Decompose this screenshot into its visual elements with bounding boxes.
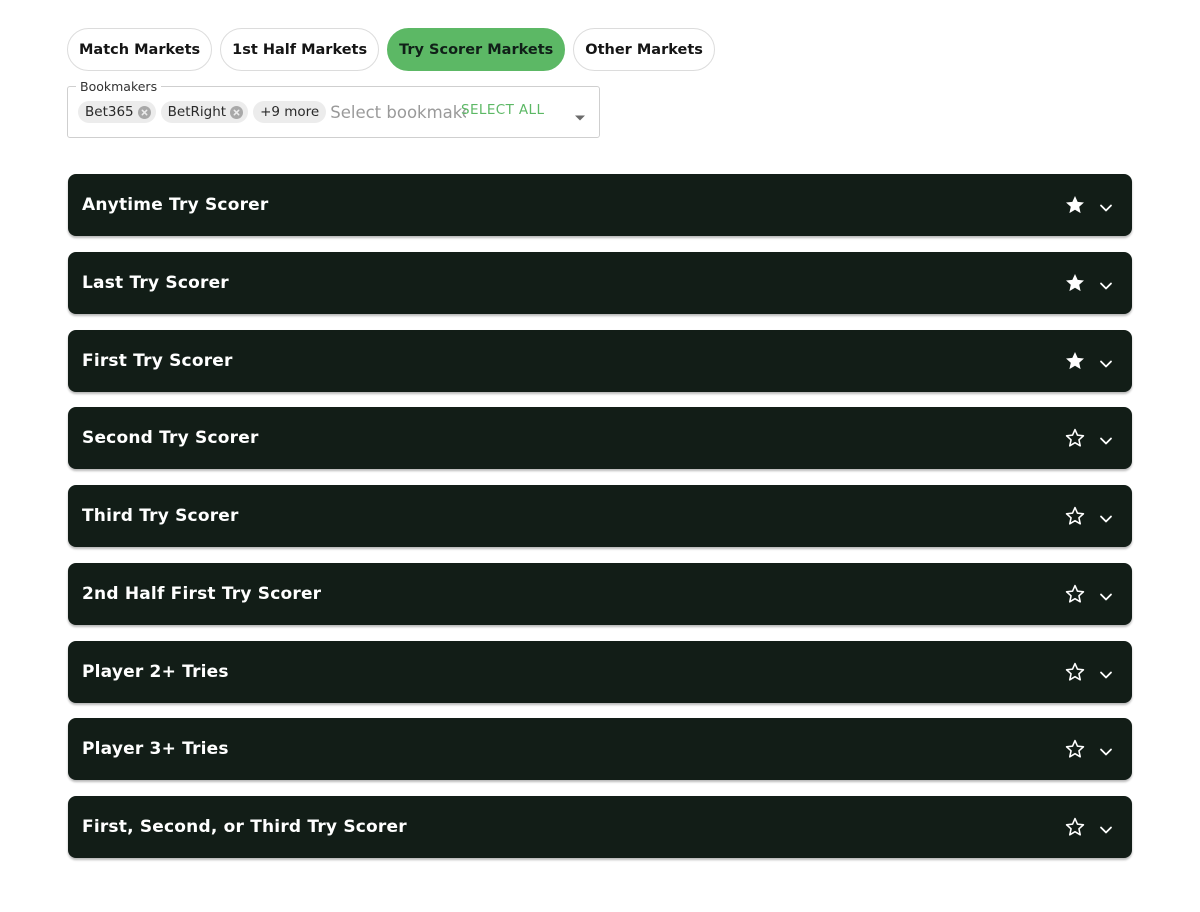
- tab-match-markets[interactable]: Match Markets: [67, 28, 213, 71]
- market-row[interactable]: Player 3+ Tries: [68, 718, 1132, 781]
- market-title: Third Try Scorer: [82, 506, 239, 526]
- select-all-button[interactable]: SELECT ALL: [461, 102, 544, 118]
- tab-try-scorer-markets[interactable]: Try Scorer Markets: [387, 28, 566, 71]
- chevron-down-icon[interactable]: [1099, 666, 1113, 678]
- market-title: Second Try Scorer: [82, 428, 259, 449]
- market-title: First, Second, or Third Try Scorer: [82, 817, 407, 837]
- star-outline-icon[interactable]: [1064, 738, 1086, 760]
- market-tabs: Match Markets 1st Half Markets Try Score…: [67, 28, 715, 71]
- chevron-down-icon[interactable]: [1099, 432, 1113, 445]
- chevron-down-icon[interactable]: [1099, 510, 1113, 523]
- star-outline-icon[interactable]: [1064, 505, 1086, 527]
- more-bookmakers-chip[interactable]: +9 more: [253, 101, 327, 123]
- market-row[interactable]: Last Try Scorer: [68, 251, 1132, 314]
- bookmaker-chip: Bet365: [78, 101, 156, 123]
- bookmaker-search-input[interactable]: [330, 102, 467, 122]
- market-title: Player 3+ Tries: [82, 739, 229, 760]
- chevron-down-icon[interactable]: [1099, 355, 1113, 367]
- chevron-down-icon[interactable]: [1099, 199, 1113, 212]
- star-outline-icon[interactable]: [1064, 816, 1086, 838]
- bookmakers-select[interactable]: Bookmakers Bet365 BetRight +9 more SELEC…: [67, 79, 600, 138]
- market-row[interactable]: First, Second, or Third Try Scorer: [68, 796, 1132, 858]
- chevron-down-icon[interactable]: [1099, 588, 1113, 601]
- market-row[interactable]: Player 2+ Tries: [68, 640, 1132, 703]
- market-row[interactable]: Anytime Try Scorer: [68, 174, 1132, 236]
- bookmaker-chip-label: Bet365: [85, 104, 134, 120]
- bookmaker-chip: BetRight: [160, 101, 249, 123]
- market-row[interactable]: First Try Scorer: [68, 329, 1132, 392]
- tab-other-markets[interactable]: Other Markets: [573, 28, 715, 71]
- tab-1st-half-markets[interactable]: 1st Half Markets: [220, 28, 380, 71]
- chevron-down-icon[interactable]: [1099, 821, 1113, 834]
- chevron-down-icon[interactable]: [1099, 743, 1113, 756]
- market-row[interactable]: 2nd Half First Try Scorer: [68, 562, 1132, 625]
- bookmakers-label: Bookmakers: [76, 79, 162, 95]
- market-title: First Try Scorer: [82, 350, 233, 371]
- bookmaker-chips: Bet365 BetRight +9 more: [78, 101, 467, 123]
- market-title: Last Try Scorer: [82, 272, 229, 293]
- close-circle-icon[interactable]: [230, 105, 244, 119]
- close-circle-icon[interactable]: [137, 105, 151, 119]
- chevron-down-icon[interactable]: [1099, 277, 1113, 290]
- caret-down-icon[interactable]: [573, 108, 587, 121]
- bookmaker-chip-label: BetRight: [167, 104, 227, 120]
- star-outline-icon[interactable]: [1064, 661, 1086, 683]
- star-outline-icon[interactable]: [1064, 583, 1086, 605]
- page: Match Markets 1st Half Markets Try Score…: [0, 0, 1200, 912]
- market-row[interactable]: Second Try Scorer: [68, 407, 1132, 470]
- star-outline-icon[interactable]: [1064, 427, 1086, 449]
- market-list: Anytime Try Scorer Last Try Scorer First T…: [68, 174, 1132, 874]
- market-title: Player 2+ Tries: [82, 661, 229, 682]
- star-filled-icon[interactable]: [1064, 194, 1086, 216]
- star-filled-icon[interactable]: [1064, 272, 1086, 294]
- market-title: 2nd Half First Try Scorer: [82, 583, 322, 604]
- star-filled-icon[interactable]: [1064, 350, 1086, 372]
- market-title: Anytime Try Scorer: [82, 195, 269, 215]
- market-row[interactable]: Third Try Scorer: [68, 485, 1132, 547]
